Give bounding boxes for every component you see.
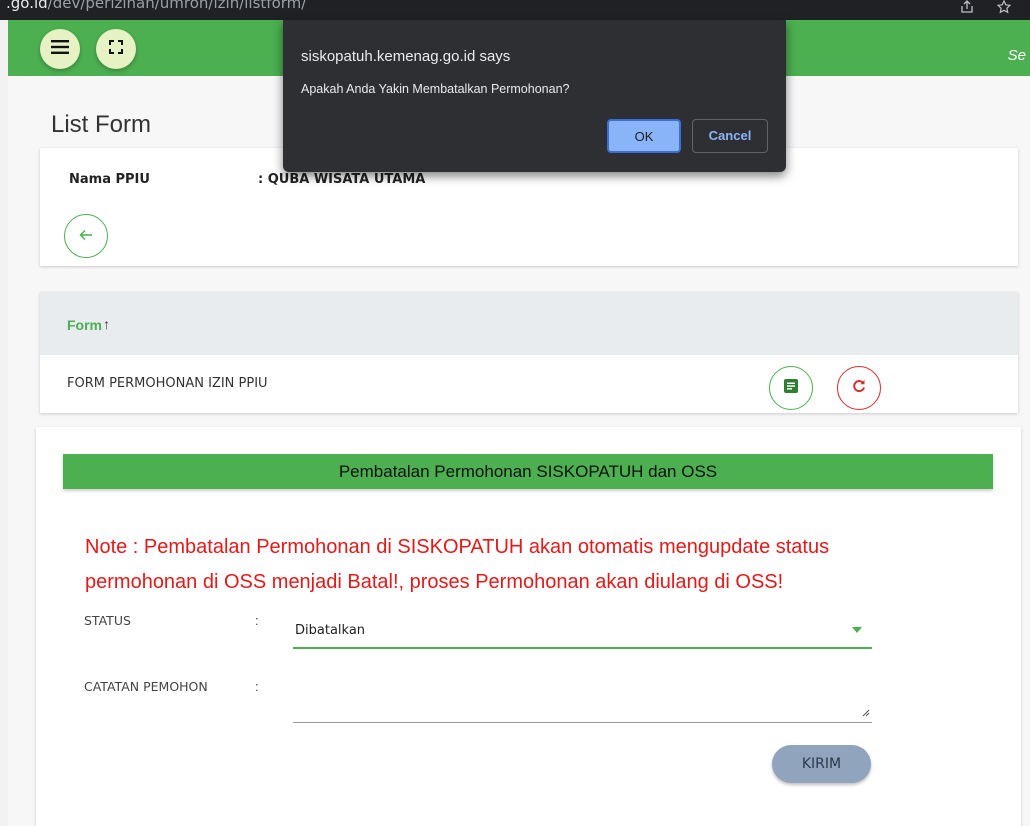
- form-table: Form ↑ FORM PERMOHONAN IZIN PPIU: [40, 292, 1018, 413]
- cancellation-form-card: Pembatalan Permohonan SISKOPATUH dan OSS…: [36, 427, 1021, 826]
- star-icon[interactable]: [995, 0, 1013, 18]
- catatan-colon: :: [255, 679, 259, 694]
- column-header-form[interactable]: Form: [67, 317, 102, 333]
- confirm-dialog: siskopatuh.kemenag.go.id says Apakah And…: [283, 20, 786, 172]
- dialog-message: Apakah Anda Yakin Membatalkan Permohonan…: [301, 82, 570, 96]
- dialog-ok-button[interactable]: OK: [607, 119, 681, 153]
- left-edge: [0, 20, 8, 826]
- url-domain: .go.id: [6, 0, 48, 12]
- ppiu-name-value: : QUBA WISATA UTAMA: [258, 172, 426, 187]
- catatan-textarea[interactable]: [293, 675, 872, 723]
- cancellation-banner: Pembatalan Permohonan SISKOPATUH dan OSS: [63, 454, 993, 489]
- status-select[interactable]: Dibatalkan: [293, 613, 872, 649]
- browser-url-bar[interactable]: .go.id/dev/perizinan/umroh/izin/listform…: [0, 0, 1030, 20]
- table-row-form-name: FORM PERMOHONAN IZIN PPIU: [67, 376, 268, 391]
- menu-button[interactable]: [40, 29, 80, 69]
- chevron-down-icon: [852, 627, 862, 633]
- dialog-cancel-button[interactable]: Cancel: [692, 119, 768, 153]
- arrow-left-icon: [79, 226, 93, 247]
- refresh-icon: [852, 379, 866, 398]
- document-list-icon: [783, 378, 799, 399]
- resize-handle-icon[interactable]: [862, 709, 870, 720]
- status-colon: :: [255, 613, 259, 628]
- page-title: List Form: [51, 111, 152, 138]
- fullscreen-button[interactable]: [96, 29, 136, 69]
- catatan-label: CATATAN PEMOHON: [84, 679, 208, 694]
- cancel-form-button[interactable]: [837, 366, 881, 410]
- dialog-title: siskopatuh.kemenag.go.id says: [301, 48, 511, 65]
- table-header: Form ↑: [40, 292, 1018, 355]
- sort-arrow-icon[interactable]: ↑: [103, 316, 110, 332]
- url-text[interactable]: .go.id/dev/perizinan/umroh/izin/listform…: [6, 0, 306, 12]
- view-form-button[interactable]: [769, 366, 813, 410]
- submit-button[interactable]: KIRIM: [772, 745, 871, 783]
- header-search-text[interactable]: Se: [1008, 47, 1026, 64]
- back-button[interactable]: [64, 214, 108, 258]
- ppiu-name-label: Nama PPIU: [69, 172, 150, 187]
- cancellation-note: Note : Pembatalan Permohonan di SISKOPAT…: [85, 536, 830, 593]
- fullscreen-icon: [109, 39, 123, 59]
- url-path: /dev/perizinan/umroh/izin/listform/: [47, 0, 307, 12]
- share-icon[interactable]: [958, 0, 976, 18]
- status-select-value: Dibatalkan: [295, 623, 366, 638]
- status-label: STATUS: [84, 613, 131, 628]
- menu-icon: [51, 39, 69, 59]
